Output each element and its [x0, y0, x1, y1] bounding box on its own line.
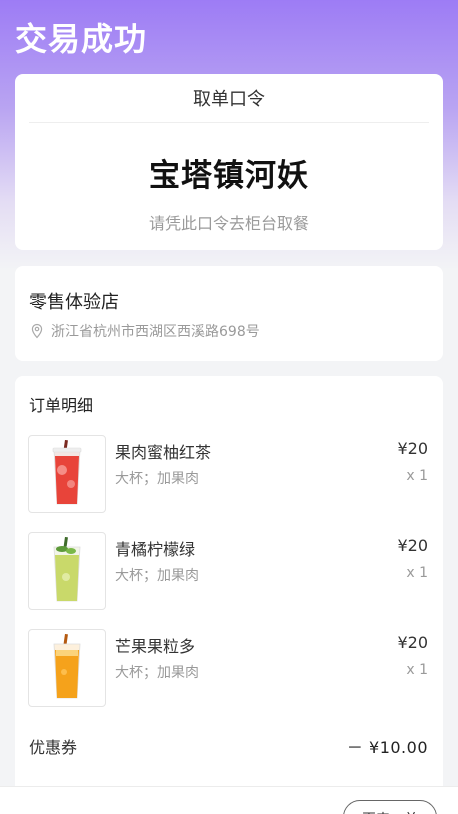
pickup-code-value: 宝塔镇河妖	[149, 158, 309, 194]
item-price: ¥20	[397, 633, 428, 652]
item-spec: 大杯；加果肉	[115, 471, 199, 487]
location-pin-icon	[29, 323, 45, 339]
order-item[interactable]: 果肉蜜柚红茶 大杯；加果肉 ¥20 x 1	[28, 435, 428, 513]
drink-fill	[55, 456, 79, 504]
item-quantity: x 1	[406, 662, 428, 678]
order-details-card: 订单明细 果肉蜜柚红茶 大杯；加果肉 ¥20 x 1 青橘柠檬绿 大杯；加果肉 …	[15, 376, 443, 814]
coupon-label: 优惠券	[29, 738, 78, 757]
product-image	[28, 532, 106, 610]
drink-fill	[55, 650, 79, 698]
product-image	[28, 435, 106, 513]
item-spec: 大杯；加果肉	[115, 568, 199, 584]
item-name: 芒果果粒多	[115, 637, 196, 656]
bottom-action-bar: 再来一单	[0, 786, 458, 814]
reorder-button[interactable]: 再来一单	[343, 800, 437, 814]
item-quantity: x 1	[406, 565, 428, 581]
item-quantity: x 1	[406, 468, 428, 484]
coupon-value: － ¥10.00	[346, 738, 428, 757]
product-image	[28, 629, 106, 707]
item-spec: 大杯；加果肉	[115, 665, 199, 681]
store-card[interactable]: 零售体验店 浙江省杭州市西湖区西溪路698号	[15, 266, 443, 361]
order-item[interactable]: 芒果果粒多 大杯；加果肉 ¥20 x 1	[28, 629, 428, 707]
pickup-code-header: 取单口令	[29, 74, 429, 123]
item-name: 果肉蜜柚红茶	[115, 443, 212, 462]
pickup-code-hint: 请凭此口令去柜台取餐	[148, 214, 309, 233]
order-details-title: 订单明细	[29, 396, 94, 415]
item-price: ¥20	[397, 439, 428, 458]
order-item[interactable]: 青橘柠檬绿 大杯；加果肉 ¥20 x 1	[28, 532, 428, 610]
store-address-row: 浙江省杭州市西湖区西溪路698号	[29, 321, 260, 341]
item-name: 青橘柠檬绿	[115, 540, 196, 559]
store-name: 零售体验店	[29, 292, 119, 313]
coupon-row: 优惠券 － ¥10.00	[29, 734, 428, 758]
store-address: 浙江省杭州市西湖区西溪路698号	[51, 324, 260, 340]
page-title: 交易成功	[15, 20, 148, 58]
item-price: ¥20	[397, 536, 428, 555]
pickup-code-card: 取单口令 宝塔镇河妖 请凭此口令去柜台取餐	[15, 74, 443, 250]
